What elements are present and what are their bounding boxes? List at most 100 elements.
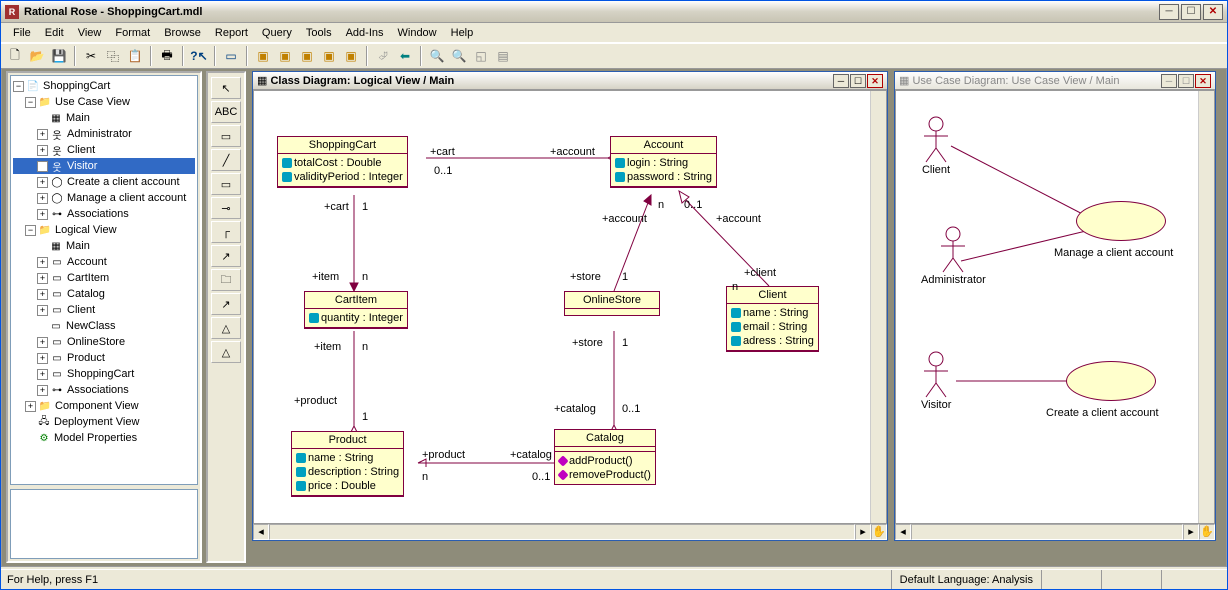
maximize-button[interactable]: ☐ xyxy=(1178,74,1194,88)
note-tool[interactable]: ▭ xyxy=(211,125,241,147)
diag4-icon[interactable]: ▣ xyxy=(319,46,339,66)
expand-icon[interactable]: + xyxy=(37,161,48,172)
assoc-tool[interactable]: ┌ xyxy=(211,221,241,243)
expand-icon[interactable]: + xyxy=(37,353,48,364)
class-onlinestore[interactable]: OnlineStore xyxy=(564,291,660,316)
paste-icon[interactable]: 📋 xyxy=(125,46,145,66)
hscrollbar[interactable] xyxy=(911,524,1183,540)
print-icon[interactable]: 🖶 xyxy=(157,46,177,66)
menu-tools[interactable]: Tools xyxy=(300,25,338,41)
maximize-button[interactable]: ☐ xyxy=(850,74,866,88)
hscrollbar[interactable] xyxy=(269,524,855,540)
class-catalog[interactable]: Catalog addProduct() removeProduct() xyxy=(554,429,656,485)
menu-edit[interactable]: Edit xyxy=(39,25,70,41)
close-button[interactable]: ✕ xyxy=(867,74,883,88)
expand-icon[interactable]: + xyxy=(37,209,48,220)
close-button[interactable]: ✕ xyxy=(1195,74,1211,88)
class-diagram-canvas[interactable]: ShoppingCart totalCost : Double validity… xyxy=(253,90,887,524)
tree-lv[interactable]: Logical View xyxy=(55,224,117,236)
diagram-titlebar[interactable]: ▦ Class Diagram: Logical View / Main ─ ☐… xyxy=(253,72,887,90)
diag3-icon[interactable]: ▣ xyxy=(297,46,317,66)
save-icon[interactable]: 💾 xyxy=(49,46,69,66)
tree-item[interactable]: Main xyxy=(66,240,90,252)
expand-icon[interactable]: + xyxy=(37,337,48,348)
help-icon[interactable]: ?↖ xyxy=(189,46,209,66)
tree-item[interactable]: Product xyxy=(67,352,105,364)
scroll-left-icon[interactable]: ◂ xyxy=(895,524,911,540)
expand-icon[interactable]: + xyxy=(37,177,48,188)
tree-cv[interactable]: Component View xyxy=(55,400,139,412)
tree-dv[interactable]: Deployment View xyxy=(54,416,139,428)
diag2-icon[interactable]: ▣ xyxy=(275,46,295,66)
collapse-icon[interactable]: − xyxy=(13,81,24,92)
nav-icon[interactable]: ⮰ xyxy=(373,46,393,66)
tree-item[interactable]: NewClass xyxy=(66,320,116,332)
expand-icon[interactable]: + xyxy=(37,193,48,204)
grab-icon[interactable]: ✋ xyxy=(1199,524,1215,540)
close-button[interactable]: ✕ xyxy=(1203,4,1223,20)
expand-icon[interactable]: + xyxy=(37,273,48,284)
tree-item[interactable]: Administrator xyxy=(67,128,132,140)
tree-item[interactable]: Visitor xyxy=(67,160,97,172)
realize-tool[interactable]: △ xyxy=(211,341,241,363)
tree-item[interactable]: CartItem xyxy=(67,272,109,284)
tree-item[interactable]: Client xyxy=(67,144,95,156)
tree-item[interactable]: Manage a client account xyxy=(67,192,186,204)
scroll-left-icon[interactable]: ◂ xyxy=(253,524,269,540)
fit-icon[interactable]: ◱ xyxy=(471,46,491,66)
diagram-titlebar[interactable]: ▦ Use Case Diagram: Use Case View / Main… xyxy=(895,72,1215,90)
menu-addins[interactable]: Add-Ins xyxy=(340,25,390,41)
scroll-right-icon[interactable]: ▸ xyxy=(855,524,871,540)
expand-icon[interactable]: + xyxy=(37,385,48,396)
back-icon[interactable]: ⬅ xyxy=(395,46,415,66)
tree-item[interactable]: OnlineStore xyxy=(67,336,125,348)
diag5-icon[interactable]: ▣ xyxy=(341,46,361,66)
zoomout-icon[interactable]: 🔍 xyxy=(449,46,469,66)
minimize-button[interactable]: ─ xyxy=(1159,4,1179,20)
text-tool[interactable]: ABC xyxy=(211,101,241,123)
tree-item[interactable]: Create a client account xyxy=(67,176,180,188)
collapse-icon[interactable]: − xyxy=(25,97,36,108)
zoomin-icon[interactable]: 🔍 xyxy=(427,46,447,66)
copy-icon[interactable]: ⿻ xyxy=(103,46,123,66)
depend-tool[interactable]: ↗ xyxy=(211,293,241,315)
menu-view[interactable]: View xyxy=(72,25,108,41)
scroll-right-icon[interactable]: ▸ xyxy=(1183,524,1199,540)
class-cartitem[interactable]: CartItem quantity : Integer xyxy=(304,291,408,329)
cut-icon[interactable]: ✂ xyxy=(81,46,101,66)
actor-admin[interactable]: Administrator xyxy=(921,226,986,286)
class-client[interactable]: Client name : String email : String adre… xyxy=(726,286,819,352)
menu-file[interactable]: File xyxy=(7,25,37,41)
usecase-diagram-canvas[interactable]: Client Administrator Visitor Manage a cl… xyxy=(895,90,1215,524)
expand-icon[interactable]: + xyxy=(37,369,48,380)
tree-item[interactable]: Associations xyxy=(67,384,129,396)
menu-browse[interactable]: Browse xyxy=(158,25,207,41)
menu-report[interactable]: Report xyxy=(209,25,254,41)
grab-icon[interactable]: ✋ xyxy=(871,524,887,540)
actor-client[interactable]: Client xyxy=(921,116,951,176)
expand-icon[interactable]: + xyxy=(25,401,36,412)
class-product[interactable]: Product name : String description : Stri… xyxy=(291,431,404,497)
menu-query[interactable]: Query xyxy=(256,25,298,41)
collapse-icon[interactable]: − xyxy=(25,225,36,236)
class-shoppingcart[interactable]: ShoppingCart totalCost : Double validity… xyxy=(277,136,408,188)
tree-item[interactable]: ShoppingCart xyxy=(67,368,134,380)
anchor-tool[interactable]: ╱ xyxy=(211,149,241,171)
tree-item[interactable]: Catalog xyxy=(67,288,105,300)
tree-item[interactable]: Client xyxy=(67,304,95,316)
menu-format[interactable]: Format xyxy=(109,25,156,41)
tree-mp[interactable]: Model Properties xyxy=(54,432,137,444)
tree-item[interactable]: Main xyxy=(66,112,90,124)
window-icon[interactable]: ▭ xyxy=(221,46,241,66)
minimize-button[interactable]: ─ xyxy=(833,74,849,88)
menu-window[interactable]: Window xyxy=(392,25,443,41)
expand-icon[interactable]: + xyxy=(37,305,48,316)
notes-pane[interactable] xyxy=(10,489,198,559)
interface-tool[interactable]: ⊸ xyxy=(211,197,241,219)
package-tool[interactable]: 🗀 xyxy=(211,269,241,291)
diag1-icon[interactable]: ▣ xyxy=(253,46,273,66)
assoc2-tool[interactable]: ↗ xyxy=(211,245,241,267)
open-icon[interactable]: 📂 xyxy=(27,46,47,66)
expand-icon[interactable]: + xyxy=(37,145,48,156)
tree-item[interactable]: Account xyxy=(67,256,107,268)
